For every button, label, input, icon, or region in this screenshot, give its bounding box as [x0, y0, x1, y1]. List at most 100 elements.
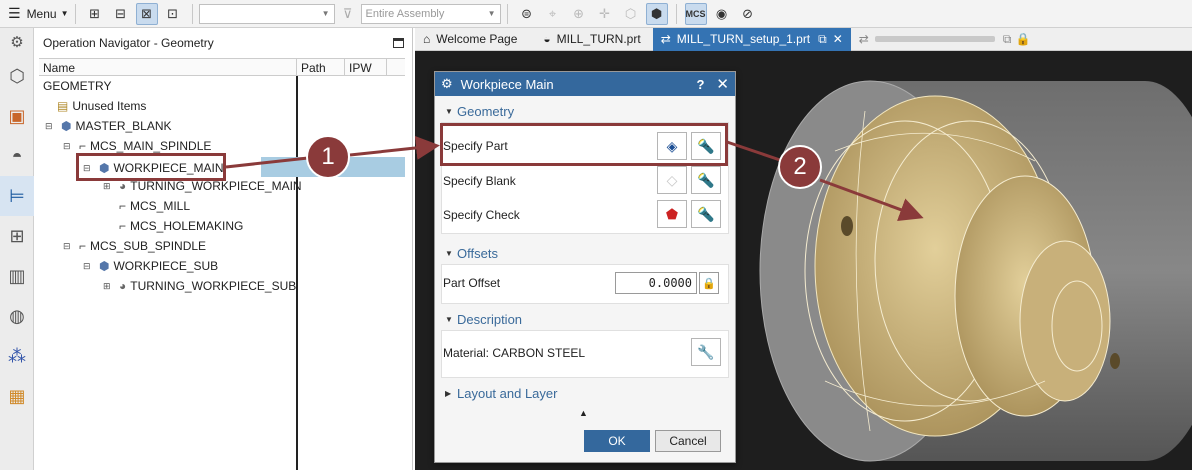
- collapse-icon[interactable]: ⊟: [63, 241, 73, 252]
- section-layout-header[interactable]: ▶ Layout and Layer: [441, 383, 729, 403]
- flashlight-icon: 🔦: [697, 205, 715, 222]
- expand-icon[interactable]: ⊞: [103, 181, 113, 192]
- section-offsets-header[interactable]: ▼ Offsets: [441, 243, 729, 263]
- home-icon: ⌂: [423, 32, 431, 46]
- filter-icon[interactable]: ⊽: [337, 3, 359, 25]
- collapse-icon[interactable]: ⊟: [83, 261, 93, 272]
- gear-icon: ⚙: [441, 76, 453, 91]
- tree-item-label: Unused Items: [72, 99, 147, 113]
- chevron-down-icon: ▼: [445, 314, 453, 324]
- maximize-icon[interactable]: [393, 38, 404, 48]
- mcs-display-icon[interactable]: MCS: [684, 2, 707, 25]
- column-header-ipw[interactable]: IPW: [345, 59, 387, 75]
- section-description-header[interactable]: ▼ Description: [441, 309, 729, 329]
- tree-item-turning-workpiece-main[interactable]: ⊞ ◕ TURNING_WORKPIECE_MAIN: [103, 176, 302, 196]
- lock-button[interactable]: 🔒: [699, 272, 719, 294]
- hide-icon[interactable]: ⊘: [737, 3, 759, 25]
- linked-part-icon: ⇄: [660, 32, 671, 46]
- ok-button[interactable]: OK: [584, 430, 650, 452]
- geometry-view-icon[interactable]: ⊠: [135, 2, 158, 25]
- assembly-select[interactable]: Entire Assembly ▼: [360, 3, 501, 24]
- navigator-column-headers: Name Path IPW: [39, 58, 405, 76]
- pattern-icon[interactable]: ⁂: [0, 336, 34, 376]
- help-button[interactable]: ?: [696, 77, 704, 92]
- tab-obscured[interactable]: ⇄ ⧉ 🔒: [851, 28, 1051, 51]
- workpiece-icon: ⬢: [99, 259, 110, 273]
- tree-item-geometry[interactable]: GEOMETRY: [43, 76, 111, 96]
- material-label: Material: CARBON STEEL: [443, 346, 586, 360]
- menu-label: Menu: [26, 6, 57, 21]
- tab-mill-turn[interactable]: ◒ MILL_TURN.prt: [535, 28, 648, 51]
- lock-icon: 🔒: [1015, 32, 1031, 46]
- gear-icon[interactable]: ⚙: [0, 28, 34, 56]
- tree-view-icon[interactable]: ⊞: [84, 3, 106, 25]
- show-blank-button[interactable]: 🔦: [691, 166, 721, 194]
- machine-tool-view-icon[interactable]: ⊡: [162, 3, 184, 25]
- select-blank-button[interactable]: ◇: [657, 166, 687, 194]
- linked-part-icon: ⇄: [858, 32, 869, 46]
- popout-icon[interactable]: ⧉: [818, 32, 827, 47]
- close-icon[interactable]: ✕: [833, 32, 843, 46]
- tree-item-label: TURNING_WORKPIECE_MAIN: [130, 179, 302, 193]
- collapse-icon[interactable]: ⊟: [63, 141, 73, 152]
- part-navigator-icon[interactable]: ⬡: [0, 56, 34, 96]
- collapse-icon[interactable]: ⊟: [45, 121, 55, 132]
- cancel-button[interactable]: Cancel: [655, 430, 721, 452]
- operation-navigator-icon[interactable]: ⊨: [0, 176, 34, 216]
- assembly-navigator-icon[interactable]: ▣: [0, 96, 34, 136]
- popout-icon[interactable]: ⧉: [1003, 32, 1012, 47]
- mcs-icon: ⌐: [79, 239, 87, 253]
- tree-item-label: MCS_HOLEMAKING: [130, 219, 244, 233]
- close-icon[interactable]: ✕: [716, 75, 729, 93]
- body-filter-icon[interactable]: ⬡: [620, 3, 642, 25]
- snap-point-icon[interactable]: ⊕: [568, 3, 590, 25]
- tree-item-mcs-holemaking[interactable]: ⌐ MCS_HOLEMAKING: [119, 216, 243, 236]
- tree-item-master-blank[interactable]: ⊟ ⬢ MASTER_BLANK: [45, 116, 172, 136]
- tree-item-label: MCS_SUB_SPINDLE: [90, 239, 207, 253]
- collapse-arrow-icon[interactable]: ▲: [579, 408, 588, 418]
- tab-welcome-page[interactable]: ⌂ Welcome Page: [415, 28, 525, 51]
- machining-feature-navigator-icon[interactable]: ▥: [0, 256, 34, 296]
- turning-workpiece-icon: ◕: [119, 179, 127, 193]
- roles-icon[interactable]: ▦: [0, 376, 34, 416]
- resource-bar: ⚙ ⬡ ▣ ◓ ⊨ ⊞ ▥ ◍ ⁂ ▦: [0, 28, 34, 470]
- constraint-navigator-icon[interactable]: ◓: [0, 136, 34, 176]
- hamburger-icon: ☰: [8, 5, 21, 21]
- tab-mill-turn-setup[interactable]: ⇄ MILL_TURN_setup_1.prt ⧉ ✕: [652, 27, 851, 51]
- show-check-button[interactable]: 🔦: [691, 200, 721, 228]
- toolbar-divider: [506, 3, 508, 24]
- body-select-icon[interactable]: ⬢: [645, 2, 668, 25]
- column-header-path[interactable]: Path: [297, 59, 345, 75]
- section-geometry-header[interactable]: ▼ Geometry: [441, 101, 729, 121]
- part-hole: [841, 216, 853, 236]
- snap-icon[interactable]: ⌖: [542, 3, 564, 25]
- dialog-title-bar: ⚙ Workpiece Main ? ✕: [435, 72, 735, 96]
- expand-icon[interactable]: ⊞: [103, 281, 113, 292]
- tree-item-mcs-sub-spindle[interactable]: ⊟ ⌐ MCS_SUB_SPINDLE: [63, 236, 206, 256]
- tree-item-workpiece-sub[interactable]: ⊟ ⬢ WORKPIECE_SUB: [83, 256, 218, 276]
- show-icon[interactable]: ◉: [711, 3, 733, 25]
- part-offset-input[interactable]: 0.0000: [615, 272, 697, 294]
- machine-tool-navigator-icon[interactable]: ⊞: [0, 216, 34, 256]
- column-header-name[interactable]: Name: [39, 59, 297, 75]
- blurred-tab-label: [874, 36, 995, 42]
- snap-more-icon[interactable]: ✛: [594, 3, 616, 25]
- selection-filter-icon[interactable]: ⊜: [516, 3, 538, 25]
- chevron-right-icon: ▶: [445, 388, 452, 398]
- tree-item-mcs-mill[interactable]: ⌐ MCS_MILL: [119, 196, 190, 216]
- mcs-icon: ⌐: [119, 219, 127, 233]
- tree-expand-icon[interactable]: ⊟: [110, 3, 132, 25]
- tree-item-turning-workpiece-sub[interactable]: ⊞ ◕ TURNING_WORKPIECE_SUB: [103, 276, 296, 296]
- toolbar-divider: [191, 3, 193, 24]
- tree-item-unused-items[interactable]: ▤ Unused Items: [57, 96, 146, 116]
- chevron-down-icon: ▼: [321, 9, 330, 18]
- menu-button[interactable]: ☰ Menu ▼: [8, 5, 69, 22]
- tree-item-label: MASTER_BLANK: [75, 119, 172, 133]
- assembly-select-value: Entire Assembly: [365, 7, 445, 20]
- select-check-button[interactable]: ⬟: [657, 200, 687, 228]
- callout-1: 1: [306, 135, 350, 179]
- edit-material-button[interactable]: 🔧: [691, 338, 721, 366]
- feature-group-icon[interactable]: ◍: [0, 296, 34, 336]
- part-hole: [1110, 353, 1120, 369]
- filter-select[interactable]: ▼: [198, 3, 335, 24]
